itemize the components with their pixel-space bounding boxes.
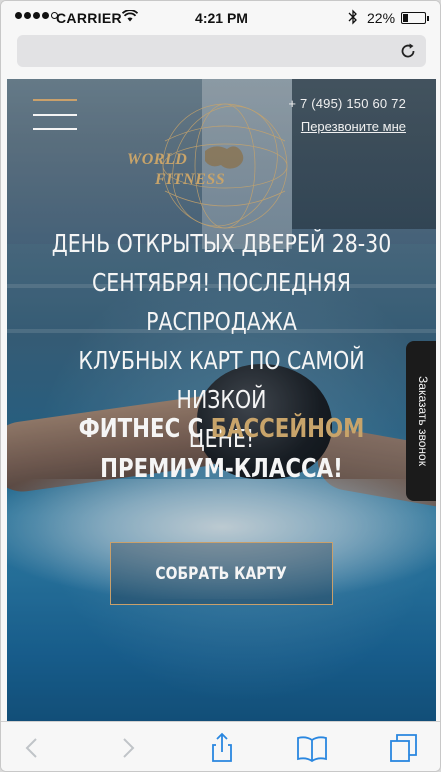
build-card-button[interactable]: СОБРАТЬ КАРТУ <box>110 542 333 605</box>
build-card-button-label: СОБРАТЬ КАРТУ <box>155 563 288 584</box>
tabs-icon[interactable] <box>386 730 422 766</box>
order-call-tab[interactable]: Заказать звонок <box>406 341 436 501</box>
battery-level <box>403 14 408 22</box>
callback-link[interactable]: Перезвоните мне <box>301 119 406 134</box>
share-icon[interactable] <box>204 730 240 766</box>
phone-screen: CARRIER 4:21 PM 22% + 7 (495) 150 60 72 … <box>0 0 441 772</box>
web-page: + 7 (495) 150 60 72 Перезвоните мне WORL… <box>7 79 436 721</box>
subline-part1: ФИТНЕС С <box>78 414 211 444</box>
logo-line1: WORLD <box>127 151 188 168</box>
subline-part3: ПРЕМИУМ-КЛАССА! <box>100 454 343 484</box>
hamburger-menu-icon[interactable] <box>33 97 77 131</box>
address-bar[interactable] <box>17 35 426 67</box>
browser-toolbar <box>1 721 440 771</box>
phone-number[interactable]: + 7 (495) 150 60 72 <box>288 96 406 111</box>
back-arrow-icon[interactable] <box>15 730 51 766</box>
promo-subline: ФИТНЕС С БАССЕЙНОМ ПРЕМИУМ-КЛАССА! <box>46 409 398 489</box>
status-bar: CARRIER 4:21 PM 22% <box>1 1 440 35</box>
headline-line: ДЕНЬ ОТКРЫТЫХ ДВЕРЕЙ 28-30 <box>51 229 392 258</box>
subline-part2: БАССЕЙНОМ <box>210 414 365 444</box>
bookmarks-icon[interactable] <box>294 730 330 766</box>
logo-line2: FITNESS <box>155 171 226 188</box>
headline-line: КЛУБНЫХ КАРТ ПО САМОЙ НИЗКОЙ <box>78 346 365 414</box>
forward-arrow-icon[interactable] <box>109 730 145 766</box>
bluetooth-icon <box>348 9 357 25</box>
battery-percent: 22% <box>367 10 396 26</box>
battery-icon <box>401 12 429 24</box>
order-call-tab-label: Заказать звонок <box>416 376 430 466</box>
headline-line: СЕНТЯБРЯ! ПОСЛЕДНЯЯ РАСПРОДАЖА <box>91 268 351 336</box>
reload-icon[interactable] <box>398 41 418 61</box>
